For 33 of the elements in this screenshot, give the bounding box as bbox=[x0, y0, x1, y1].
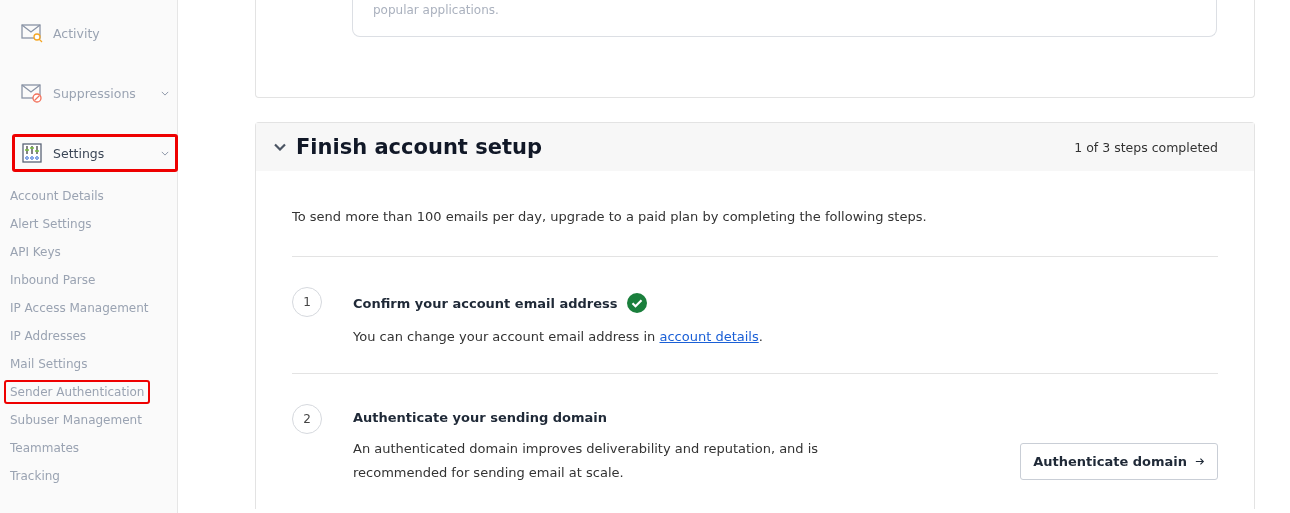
settings-subitem[interactable]: Account Details bbox=[4, 184, 110, 208]
step-description: An authenticated domain improves deliverability and reputation, and is recommended for sending email at scale. bbox=[353, 440, 820, 482]
nav-label: Activity bbox=[53, 25, 101, 41]
setup-header[interactable]: Finish account setup 1 of 3 steps completed bbox=[256, 123, 1254, 171]
settings-subitem[interactable]: IP Addresses bbox=[4, 324, 92, 348]
settings-subitem[interactable]: Alert Settings bbox=[4, 212, 98, 236]
settings-subitem[interactable]: IP Access Management bbox=[4, 296, 155, 320]
nav-label: Suppressions bbox=[53, 85, 137, 101]
envelope-search-icon bbox=[21, 23, 43, 43]
nav-item[interactable]: Settings bbox=[12, 134, 178, 172]
settings-subitem[interactable]: Subuser Management bbox=[4, 408, 148, 432]
account-details-link[interactable]: account details bbox=[659, 329, 759, 344]
settings-subitem[interactable]: Tracking bbox=[4, 464, 66, 488]
step-title: Confirm your account email address bbox=[353, 295, 618, 311]
nav-label: Settings bbox=[53, 145, 106, 161]
settings-subitem[interactable]: Teammates bbox=[4, 436, 86, 460]
progress-text: 1 of 3 steps completed bbox=[1074, 139, 1218, 155]
chevron-down-icon bbox=[274, 143, 286, 151]
envelope-blocked-icon bbox=[21, 83, 43, 103]
settings-subitem[interactable]: Inbound Parse bbox=[4, 268, 102, 292]
authenticate-domain-button[interactable]: Authenticate domain bbox=[1020, 442, 1218, 480]
info-text: popular applications. bbox=[373, 2, 500, 18]
intro-text: To send more than 100 emails per day, upgrade to a paid plan by completing the following steps. bbox=[292, 171, 1218, 257]
arrow-right-icon bbox=[1195, 456, 1205, 466]
settings-subitem[interactable]: API Keys bbox=[4, 240, 67, 264]
step-title: Authenticate your sending domain bbox=[353, 410, 608, 425]
step-description: You can change your account email address in account details. bbox=[353, 328, 763, 346]
nav-item[interactable]: Activity bbox=[12, 14, 178, 52]
sliders-icon bbox=[21, 143, 43, 163]
settings-subitem[interactable]: Sender Authentication bbox=[4, 380, 151, 404]
nav-item[interactable]: Suppressions bbox=[12, 74, 178, 112]
section-title: Finish account setup bbox=[296, 135, 543, 159]
settings-subitem[interactable]: Mail Settings bbox=[4, 352, 94, 376]
